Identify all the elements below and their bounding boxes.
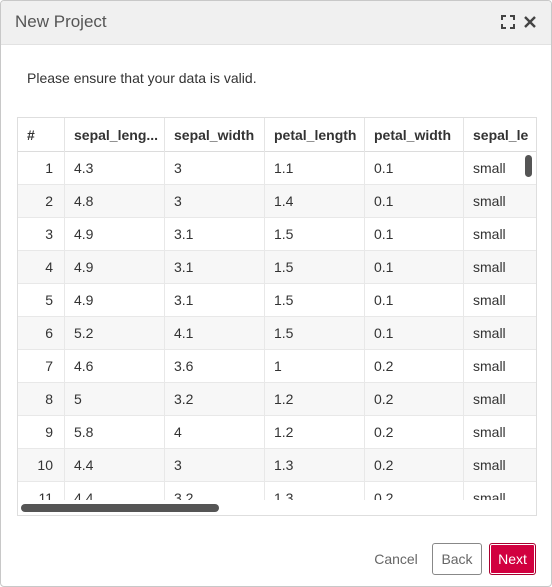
table-cell: 1.3	[265, 449, 365, 482]
horizontal-scrollbar-thumb[interactable]	[21, 504, 219, 512]
table-row: 4 4.9 3.1 1.5 0.1 small	[18, 251, 536, 284]
table-cell: 1.5	[265, 251, 365, 284]
table-cell: 0.2	[365, 449, 464, 482]
column-header[interactable]: petal_length	[265, 118, 365, 152]
data-preview-table[interactable]: # sepal_leng... sepal_width petal_length pet…	[17, 117, 537, 516]
column-header-index[interactable]: #	[18, 118, 65, 152]
dialog-title: New Project	[15, 12, 107, 31]
column-header[interactable]: sepal_le	[464, 118, 536, 152]
table-cell: 3.1	[165, 218, 265, 251]
table-cell: 5.2	[65, 317, 165, 350]
table-body: 1 4.3 3 1.1 0.1 small 2 4.8 3 1.4 0.1 small 3 4.9 3.1 1…	[18, 152, 536, 515]
table-cell: 4.9	[65, 284, 165, 317]
validation-message: Please ensure that your data is valid.	[27, 70, 257, 86]
table-cell: 3.1	[165, 251, 265, 284]
table-cell: 3.1	[165, 284, 265, 317]
table-cell: 4	[165, 416, 265, 449]
table-cell: 1.5	[265, 284, 365, 317]
table-cell: 4.8	[65, 185, 165, 218]
table-cell: 0.1	[365, 185, 464, 218]
table-cell: 1.1	[265, 152, 365, 185]
table-row: 10 4.4 3 1.3 0.2 small	[18, 449, 536, 482]
expand-icon[interactable]	[500, 14, 516, 30]
table-cell: 4.1	[165, 317, 265, 350]
table-row: 8 5 3.2 1.2 0.2 small	[18, 383, 536, 416]
dialog-titlebar: New Project	[1, 1, 551, 45]
table-cell: 4.9	[65, 251, 165, 284]
next-button[interactable]: Next	[489, 543, 536, 575]
table-header: # sepal_leng... sepal_width petal_length pet…	[18, 118, 536, 152]
table-cell: 1.2	[265, 416, 365, 449]
table-cell: 3.2	[165, 383, 265, 416]
table-cell: 3	[165, 152, 265, 185]
table-cell: 4.3	[65, 152, 165, 185]
table-row: 1 4.3 3 1.1 0.1 small	[18, 152, 536, 185]
table-cell: 3	[165, 185, 265, 218]
table-row: 2 4.8 3 1.4 0.1 small	[18, 185, 536, 218]
table-row: 3 4.9 3.1 1.5 0.1 small	[18, 218, 536, 251]
table-cell: 1.5	[265, 218, 365, 251]
table-row: 7 4.6 3.6 1 0.2 small	[18, 350, 536, 383]
row-index-cell: 8	[18, 383, 65, 416]
table-cell: 0.2	[365, 383, 464, 416]
close-icon[interactable]	[522, 14, 538, 30]
back-button[interactable]: Back	[432, 543, 482, 575]
table-cell: 0.1	[365, 284, 464, 317]
row-index-cell: 6	[18, 317, 65, 350]
vertical-scrollbar[interactable]	[521, 152, 536, 499]
row-index-cell: 10	[18, 449, 65, 482]
table-row: 6 5.2 4.1 1.5 0.1 small	[18, 317, 536, 350]
table-cell: 4.6	[65, 350, 165, 383]
table-cell: 5.8	[65, 416, 165, 449]
row-index-cell: 1	[18, 152, 65, 185]
table-cell: 3.6	[165, 350, 265, 383]
table-cell: 0.2	[365, 350, 464, 383]
table-cell: 1.5	[265, 317, 365, 350]
row-index-cell: 9	[18, 416, 65, 449]
row-index-cell: 2	[18, 185, 65, 218]
cancel-button[interactable]: Cancel	[365, 543, 427, 575]
table-row: 5 4.9 3.1 1.5 0.1 small	[18, 284, 536, 317]
column-header[interactable]: sepal_width	[165, 118, 265, 152]
row-index-cell: 7	[18, 350, 65, 383]
table-cell: 1	[265, 350, 365, 383]
table-cell: 0.1	[365, 317, 464, 350]
vertical-scrollbar-thumb[interactable]	[525, 155, 532, 177]
table-cell: 4.4	[65, 449, 165, 482]
row-index-cell: 3	[18, 218, 65, 251]
table-cell: 0.1	[365, 218, 464, 251]
table-cell: 3	[165, 449, 265, 482]
table-cell: 5	[65, 383, 165, 416]
table-cell: 0.1	[365, 152, 464, 185]
column-header[interactable]: sepal_leng...	[65, 118, 165, 152]
table-cell: 0.1	[365, 251, 464, 284]
table-cell: 4.9	[65, 218, 165, 251]
row-index-cell: 5	[18, 284, 65, 317]
new-project-dialog: New Project Please ensure that your data…	[0, 0, 552, 587]
table-row: 9 5.8 4 1.2 0.2 small	[18, 416, 536, 449]
column-header[interactable]: petal_width	[365, 118, 464, 152]
row-index-cell: 4	[18, 251, 65, 284]
table-cell: 1.4	[265, 185, 365, 218]
table-cell: 1.2	[265, 383, 365, 416]
table-cell: 0.2	[365, 416, 464, 449]
